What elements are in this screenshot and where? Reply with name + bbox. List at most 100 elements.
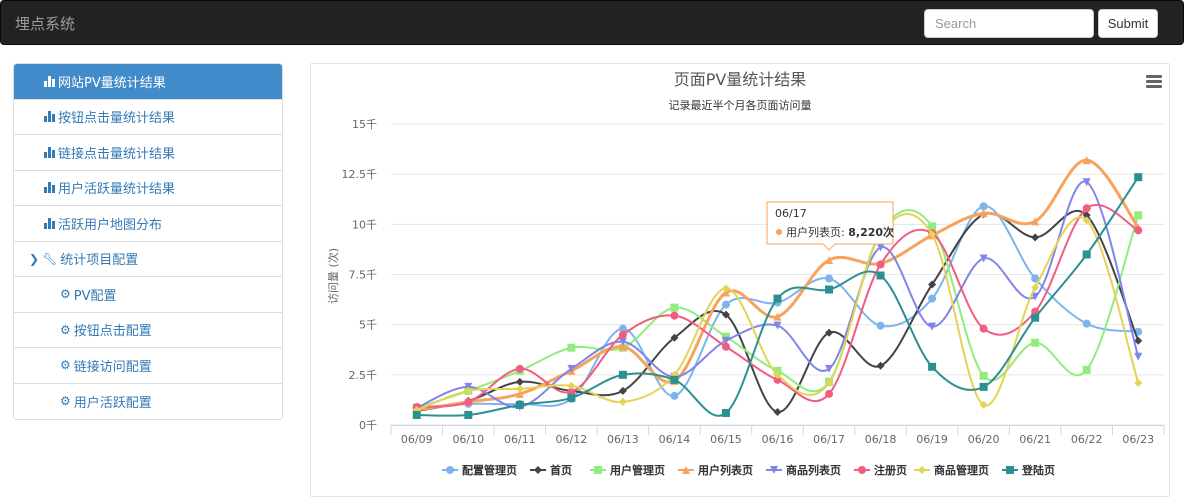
data-point [567,343,576,352]
data-point [979,324,988,333]
sidebar-item-label: 用户活跃配置 [73,395,152,411]
sidebar-item-button-stats[interactable]: 按钮点击量统计结果 [14,99,282,135]
bar-chart-icon [44,111,55,123]
sidebar-item-link-stats[interactable]: 链接点击量统计结果 [14,135,282,171]
sidebar-item-label: 统计项目配置 [60,253,139,269]
tooltip-series-dot [776,229,783,236]
y-tick-label: 5千 [359,319,377,332]
data-point [670,303,679,312]
data-point [618,397,627,406]
legend-label: 用户管理页 [610,463,665,477]
tooltip-series-name: 用户列表页 [786,225,841,239]
y-tick-label: 2.5千 [349,369,378,382]
legend-marker [534,466,542,474]
brand-title[interactable]: 埋点系统 [15,13,75,34]
legend-label: 用户列表页 [698,463,753,477]
x-tick-label: 06/15 [710,433,742,446]
x-tick-label: 06/18 [865,433,897,446]
legend-item[interactable]: 商品管理页 [914,463,989,477]
data-point [670,391,679,400]
sidebar-item-button-config[interactable]: ⚙ 按钮点击配置 [14,312,282,348]
data-point [567,381,576,390]
gear-icon: ⚙ [60,322,71,337]
data-point [979,202,988,211]
tooltip-series: 用户列表页: 8,220次 [786,225,894,239]
sidebar-item-config-group[interactable]: ❯ 🔧︎ 统计项目配置 [14,241,282,277]
sidebar-item-label: 用户活跃量统计结果 [58,182,176,198]
legend-label: 商品管理页 [934,463,989,477]
legend-item[interactable]: 用户管理页 [590,463,665,477]
sidebar-item-label: 活跃用户地图分布 [58,217,163,233]
gear-icon: ⚙ [60,394,71,409]
data-point [412,410,421,419]
x-tick-label: 06/23 [1122,433,1154,446]
data-point [1082,319,1091,328]
y-tick-label: 12.5千 [342,168,378,181]
y-axis-label: 访问量 (次) [326,248,340,304]
legend-label: 商品列表页 [786,463,841,477]
sidebar-item-label: 按钮点击配置 [73,324,152,340]
chart-subtitle: 记录最近半个月各页面访问量 [669,98,812,112]
search-input[interactable] [924,9,1094,38]
data-point [670,375,679,384]
data-point [1031,233,1040,242]
bar-chart-icon [44,217,55,229]
sidebar-item-link-config[interactable]: ⚙ 链接访问配置 [14,348,282,384]
legend-item[interactable]: 首页 [530,463,572,477]
legend-marker [446,466,454,474]
data-point [567,393,576,402]
sidebar-item-pv-config[interactable]: ⚙ PV配置 [14,277,282,313]
x-tick-label: 06/10 [452,433,484,446]
legend-item[interactable]: 用户列表页 [678,463,753,477]
x-tick-label: 06/19 [916,433,948,446]
data-point [928,362,937,371]
data-point [721,300,730,309]
data-point [1134,211,1143,220]
legend-item[interactable]: 登陆页 [1002,463,1055,477]
sidebar-item-label: 按钮点击量统计结果 [58,111,176,127]
y-tick-label: 10千 [352,218,377,231]
submit-button[interactable]: Submit [1098,9,1158,38]
data-point [1082,365,1091,374]
gear-icon: ⚙ [60,358,71,373]
x-tick-label: 06/22 [1071,433,1103,446]
x-tick-label: 06/12 [556,433,588,446]
tooltip-date: 06/17 [775,207,807,220]
legend-item[interactable]: 商品列表页 [766,463,841,477]
legend-item[interactable]: 配置管理页 [442,463,517,477]
x-tick-label: 06/11 [504,433,536,446]
hamburger-menu-icon[interactable] [1146,75,1162,89]
data-point [464,410,473,419]
legend-label: 配置管理页 [462,463,517,477]
data-point [825,389,834,398]
legend-marker [918,466,926,474]
sidebar-item-label: 链接访问配置 [73,359,152,375]
chevron-down-icon: ❯ [29,251,40,266]
legend-marker [594,466,602,474]
bar-chart-icon [44,75,55,87]
x-tick-label: 06/13 [607,433,639,446]
x-tick-label: 06/09 [401,433,433,446]
data-point [876,271,885,280]
sidebar-item-user-map[interactable]: 活跃用户地图分布 [14,206,282,242]
data-point [515,377,524,386]
tooltip: 06/17 用户列表页: 8,220次 [766,201,894,251]
bar-chart-icon [44,146,55,158]
data-point [773,294,782,303]
sidebar-item-label: 链接点击量统计结果 [58,146,176,162]
sidebar-item-active-config[interactable]: ⚙ 用户活跃配置 [14,383,282,419]
data-point [618,370,627,379]
data-point [464,397,473,406]
sidebar-item-pv-stats[interactable]: 网站PV量统计结果 [14,64,282,100]
y-tick-label: 0千 [359,419,377,432]
sidebar-item-active-user-stats[interactable]: 用户活跃量统计结果 [14,170,282,206]
data-point [928,294,937,303]
y-tick-label: 15千 [352,118,377,131]
sidebar-item-label: PV配置 [73,288,117,304]
legend-marker [1006,466,1014,474]
data-point [670,311,679,320]
data-point [515,400,524,409]
legend-item[interactable]: 注册页 [854,463,907,477]
data-point [721,408,730,417]
x-tick-label: 06/14 [659,433,691,446]
